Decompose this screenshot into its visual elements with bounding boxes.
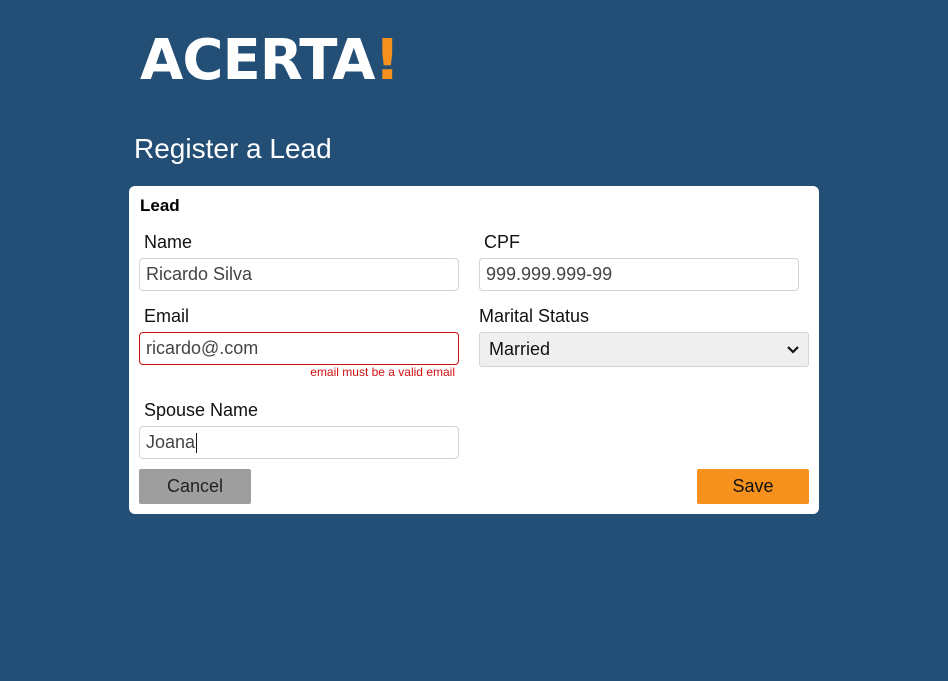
spouse-name-input[interactable]: Joana: [139, 426, 459, 459]
spouse-name-input-value: Joana: [146, 432, 196, 452]
email-input-value: ricardo@.com: [146, 338, 259, 358]
marital-status-selected: Married: [489, 339, 551, 359]
lead-form-card: Lead Name Ricardo Silva CPF 999.999.999-…: [129, 186, 819, 514]
acerta-logo: ACERTA!: [140, 28, 401, 93]
chevron-down-icon: [787, 344, 799, 356]
cpf-input[interactable]: 999.999.999-99: [479, 258, 799, 291]
email-error-message: email must be a valid email: [310, 365, 455, 379]
name-input-value: Ricardo Silva: [146, 264, 253, 284]
form-section-title: Lead: [140, 196, 180, 215]
marital-status-select[interactable]: Married: [479, 332, 809, 367]
spouse-name-label: Spouse Name: [144, 400, 259, 420]
page-title: Register a Lead: [134, 133, 332, 164]
name-label: Name: [144, 232, 193, 252]
name-input[interactable]: Ricardo Silva: [139, 258, 459, 291]
email-input[interactable]: ricardo@.com: [139, 332, 459, 365]
cancel-button[interactable]: Cancel: [139, 469, 251, 504]
text-caret: [196, 432, 198, 453]
email-label: Email: [144, 306, 190, 326]
marital-status-label: Marital Status: [479, 306, 590, 326]
logo-mark: !: [374, 28, 401, 93]
logo-text: ACERTA: [140, 28, 375, 93]
cpf-input-placeholder: 999.999.999-99: [486, 264, 613, 284]
save-button[interactable]: Save: [697, 469, 809, 504]
cpf-label: CPF: [484, 232, 520, 252]
